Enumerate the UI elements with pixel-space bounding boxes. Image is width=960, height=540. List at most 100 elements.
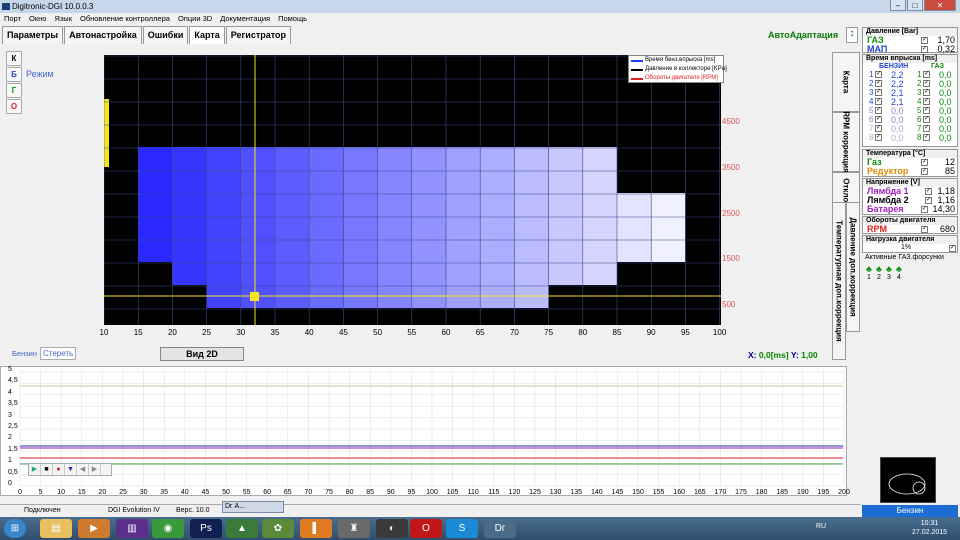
gas-temp-checkbox[interactable]: ✓ [921,159,928,166]
chrome-icon[interactable]: ◉ [152,519,184,538]
menu-window[interactable]: Окно [29,13,46,25]
forward-icon[interactable]: ▶ [89,464,101,475]
gas-cylinder-checkbox[interactable]: ✓ [923,98,930,105]
start-button-icon[interactable]: ⊞ [4,519,26,538]
skype-icon[interactable]: S [446,519,478,538]
graph-y-tick: 0,5 [8,468,18,476]
map-cell [172,193,207,216]
x-tick: 70 [509,328,519,337]
vtab-temperature-correction[interactable]: Температурная доп.коррекция [832,202,846,360]
view-2d-button[interactable]: Вид 2D [160,347,244,361]
clock[interactable]: 10:31 27.02.2015 [912,519,947,537]
button-k[interactable]: К [6,51,22,66]
map-cell [548,193,583,216]
benzin-cylinder-checkbox[interactable]: ✓ [875,125,882,132]
benzin-cylinder-checkbox[interactable]: ✓ [875,116,882,123]
map-cell [548,239,583,262]
button-b[interactable]: Б [6,67,22,82]
autoadapt-link[interactable]: АвтоАдаптация [768,30,838,40]
stop-icon[interactable]: ■ [41,464,53,475]
map-cell [377,193,412,216]
gas-cylinder-checkbox[interactable]: ✓ [923,89,930,96]
x-tick: 55 [407,328,417,337]
gas-pressure-checkbox[interactable]: ✓ [921,37,928,44]
reducer-temp-checkbox[interactable]: ✓ [921,168,928,175]
gas-cylinder-checkbox[interactable]: ✓ [923,134,930,141]
map-pressure-label: МАП [867,44,888,54]
legend-item-pressure: Давление в коллекторе [KPa] [629,65,727,74]
benzin-cylinder-checkbox[interactable]: ✓ [875,107,882,114]
lambda2-checkbox[interactable]: ✓ [925,197,932,204]
clear-button[interactable]: Стереть [40,347,77,360]
load-section: Нагрузка двигателя 1% ✓ [862,235,958,253]
map-cell [240,147,275,170]
injection-row: 5 ✓ 0,0 5 ✓ 0,0 [869,106,952,116]
side-buttons: К Б Г О [6,51,22,115]
close-button[interactable]: ✕ [924,0,956,11]
injector-3-icon: ♣ [886,264,892,274]
battery-checkbox[interactable]: ✓ [921,206,928,213]
temperature-section: Температура [°C] Газ ✓ 12 Редуктор ✓ 85 [862,149,958,177]
adapt-arrow-icon[interactable]: ↕ [846,27,858,43]
button-g[interactable]: Г [6,83,22,98]
load-checkbox[interactable]: ✓ [949,245,956,252]
tab-map[interactable]: Карта [189,26,225,44]
menu-docs[interactable]: Документация [220,13,270,25]
record-icon[interactable]: ● [53,464,65,475]
fuel-map-svg[interactable] [104,55,721,325]
taskbar-popup[interactable]: Dг A... [222,501,284,513]
filter-icon[interactable]: ▼ [65,464,77,475]
opera-icon[interactable]: O [410,519,442,538]
image-icon[interactable]: ▲ [226,519,258,538]
benzin-cylinder-checkbox[interactable]: ✓ [875,89,882,96]
vtab-map[interactable]: Карта [832,52,860,112]
gas-cylinder-checkbox[interactable]: ✓ [923,71,930,78]
rpm-checkbox[interactable]: ✓ [921,226,928,233]
benzin-cylinder-checkbox[interactable]: ✓ [875,80,882,87]
tab-recorder[interactable]: Регистратор [225,26,292,44]
benzin-cylinder-checkbox[interactable]: ✓ [875,71,882,78]
graph-x-tick: 165 [693,489,706,496]
graph-y-tick: 3,5 [8,400,18,408]
menu-update[interactable]: Обновление контроллера [80,13,170,25]
digitronic-icon[interactable]: Dг [484,519,516,538]
map-cell [377,170,412,193]
menu-port[interactable]: Порт [4,13,21,25]
play-icon[interactable]: ▶ [29,464,41,475]
map-cell [480,170,515,193]
winrar-icon[interactable]: ▥ [116,519,148,538]
explorer-icon[interactable]: ▤ [40,519,72,538]
benzin-cylinder-checkbox[interactable]: ✓ [875,134,882,141]
office-icon[interactable]: ▌ [300,519,332,538]
menu-language[interactable]: Язык [54,13,72,25]
lambda1-checkbox[interactable]: ✓ [925,188,932,195]
language-indicator[interactable]: RU [816,523,826,530]
bag-icon[interactable]: ♜ [338,519,370,538]
photoshop-icon[interactable]: Ps [190,519,222,538]
vtab-pressure-correction[interactable]: Давление доп.коррекция [846,202,860,332]
media-icon[interactable]: ▶ [78,519,110,538]
media-player-icon[interactable]: ◐ [376,519,408,538]
app-icon[interactable]: ✿ [262,519,294,538]
x-tick: 40 [304,328,314,337]
tab-errors[interactable]: Ошибки [142,26,189,44]
gas-cylinder-checkbox[interactable]: ✓ [923,125,930,132]
tab-parameters[interactable]: Параметры [2,26,64,44]
maximize-button[interactable]: □ [907,0,923,11]
benzin-cylinder-checkbox[interactable]: ✓ [875,98,882,105]
tab-autotune[interactable]: Автонастройка [64,26,142,44]
gas-cylinder-checkbox[interactable]: ✓ [923,80,930,87]
minimize-button[interactable]: – [890,0,906,11]
back-icon[interactable]: ◀ [77,464,89,475]
vtab-rpm-correction[interactable]: RPM коррекция [832,111,860,173]
map-cell [172,239,207,262]
menu-help[interactable]: Помощь [278,13,307,25]
menu-3d-options[interactable]: Опции 3D [178,13,212,25]
gas-cylinder-checkbox[interactable]: ✓ [923,116,930,123]
button-o[interactable]: О [6,99,22,114]
map-cell [446,239,481,262]
x-tick: 85 [612,328,622,337]
y-tick: 1500 [722,254,740,263]
gas-cylinder-checkbox[interactable]: ✓ [923,107,930,114]
map-pressure-checkbox[interactable]: ✓ [921,46,928,53]
